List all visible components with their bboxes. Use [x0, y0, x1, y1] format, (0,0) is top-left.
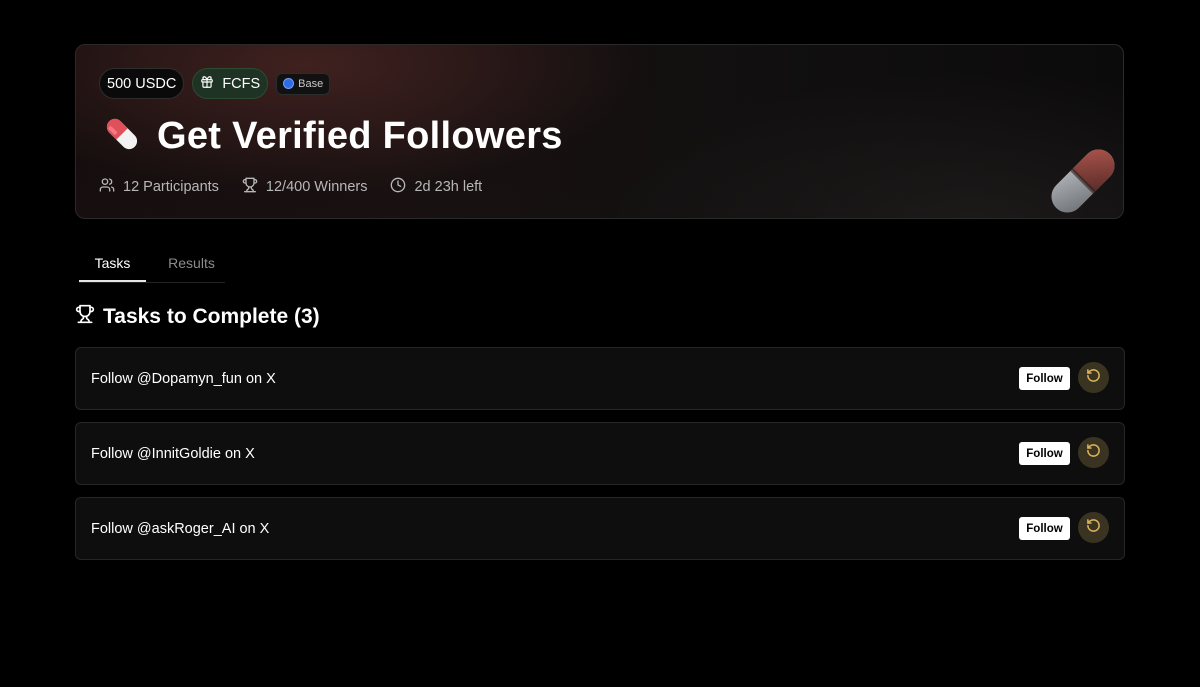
reward-badge: 500 USDC: [99, 68, 185, 99]
users-icon: [99, 177, 115, 197]
verify-button[interactable]: [1078, 362, 1109, 393]
section-title: Tasks to Complete (3): [103, 305, 320, 328]
network-badge-label: Base: [298, 77, 324, 90]
page: 500 USDC FCFS Base Get Verified Follower…: [0, 0, 1200, 687]
task-row: Follow @Dopamyn_fun on X Follow: [75, 347, 1125, 410]
campaign-stats: 12 Participants 12/400 Winners 2d 23h le…: [99, 177, 482, 197]
tab-bar: Tasks Results: [79, 245, 225, 283]
time-left: 2d 23h left: [414, 179, 483, 195]
section-heading: Tasks to Complete (3): [75, 304, 320, 330]
follow-button[interactable]: Follow: [1019, 367, 1070, 390]
network-badge: Base: [276, 72, 331, 95]
refresh-icon: [1086, 443, 1101, 463]
follow-button[interactable]: Follow: [1019, 442, 1070, 465]
page-title: Get Verified Followers: [157, 115, 563, 157]
refresh-icon: [1086, 518, 1101, 538]
fcfs-badge: FCFS: [192, 68, 269, 99]
tab-results-label: Results: [168, 255, 215, 271]
base-network-icon: [283, 78, 295, 89]
refresh-icon: [1086, 368, 1101, 388]
winners-count: 12/400 Winners: [265, 179, 368, 195]
winners-stat: 12/400 Winners: [242, 177, 368, 197]
time-left-stat: 2d 23h left: [390, 177, 482, 197]
badge-row: 500 USDC FCFS Base: [99, 68, 331, 99]
pill-decoration-icon: [1043, 141, 1123, 218]
pill-icon: [103, 114, 141, 159]
verify-button[interactable]: [1078, 437, 1109, 468]
participants-stat: 12 Participants: [99, 177, 219, 197]
task-row: Follow @askRoger_AI on X Follow: [75, 497, 1125, 560]
trophy-icon: [242, 177, 258, 197]
trophy-icon: [75, 304, 95, 330]
gift-icon: [200, 75, 214, 93]
participants-count: 12 Participants: [123, 179, 219, 195]
title-row: Get Verified Followers: [103, 113, 563, 159]
clock-icon: [390, 177, 406, 197]
task-label: Follow @InnitGoldie on X: [91, 445, 255, 462]
verify-button[interactable]: [1078, 512, 1109, 543]
task-label: Follow @askRoger_AI on X: [91, 520, 270, 537]
campaign-header-card: 500 USDC FCFS Base Get Verified Follower…: [75, 44, 1124, 219]
task-label: Follow @Dopamyn_fun on X: [91, 370, 276, 387]
fcfs-badge-label: FCFS: [222, 75, 261, 92]
follow-button[interactable]: Follow: [1019, 517, 1070, 540]
tab-results[interactable]: Results: [158, 245, 225, 281]
task-row: Follow @InnitGoldie on X Follow: [75, 422, 1125, 485]
tab-tasks-label: Tasks: [94, 254, 131, 271]
tab-tasks[interactable]: Tasks: [79, 245, 146, 282]
reward-badge-label: 500 USDC: [107, 75, 177, 92]
